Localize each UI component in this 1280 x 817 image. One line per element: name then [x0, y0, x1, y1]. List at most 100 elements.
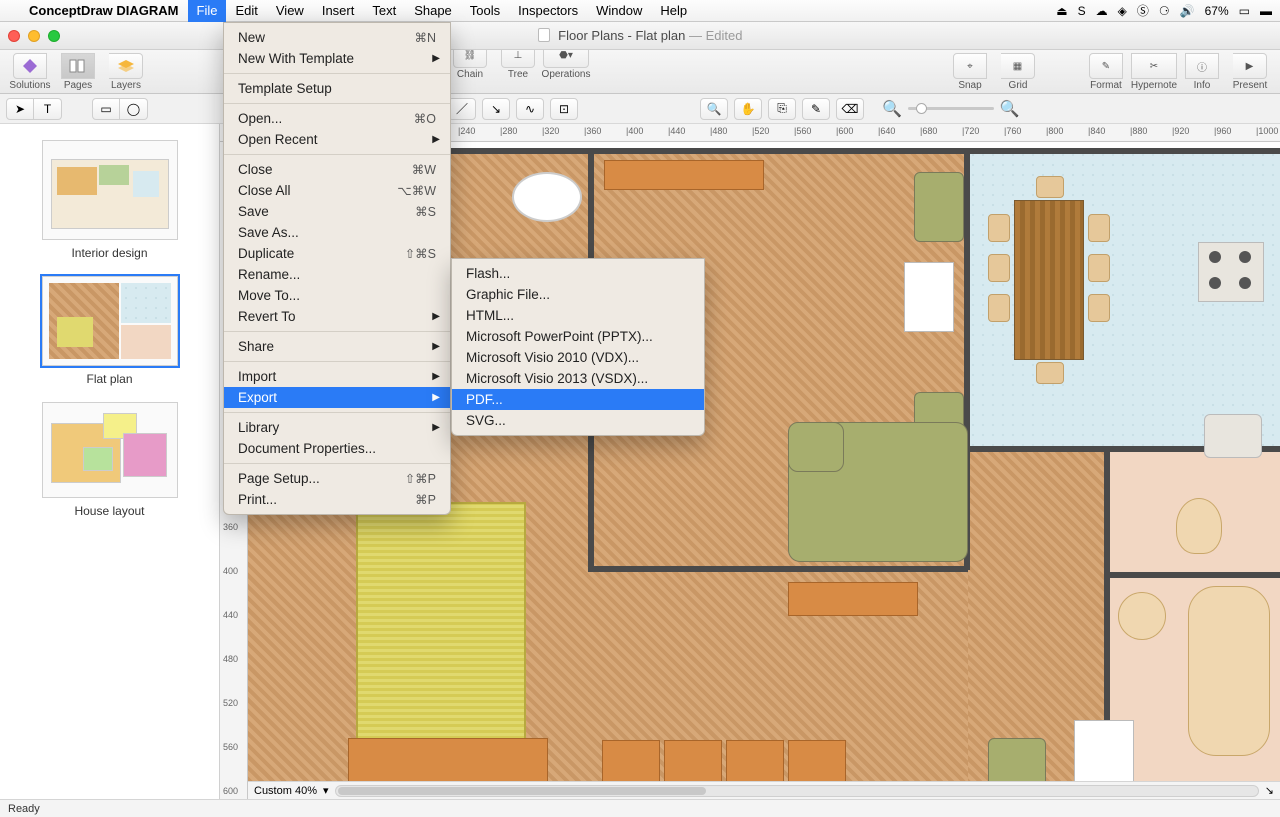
- dining-table[interactable]: [1014, 200, 1084, 360]
- menu-insert[interactable]: Insert: [313, 0, 364, 22]
- export-menu-item[interactable]: Flash...: [452, 263, 704, 284]
- menu-shape[interactable]: Shape: [405, 0, 461, 22]
- dining-chair[interactable]: [988, 214, 1010, 242]
- menu-inspectors[interactable]: Inspectors: [509, 0, 587, 22]
- page-thumb-1[interactable]: [42, 140, 178, 240]
- round-table[interactable]: [512, 172, 582, 222]
- dropbox-icon[interactable]: ◈: [1118, 4, 1127, 18]
- bathtub[interactable]: [1188, 586, 1270, 756]
- zoom-window[interactable]: [48, 30, 60, 42]
- tv-stand[interactable]: [604, 160, 764, 190]
- file-menu-item[interactable]: Duplicate⇧⌘S: [224, 243, 450, 264]
- line-tool[interactable]: ／: [448, 98, 476, 120]
- pointer-tool[interactable]: ➤: [6, 98, 34, 120]
- zoom-tool[interactable]: 🔍: [700, 98, 728, 120]
- file-menu-item[interactable]: Share▶: [224, 336, 450, 357]
- file-menu-item[interactable]: Template Setup: [224, 78, 450, 99]
- menu-tools[interactable]: Tools: [461, 0, 509, 22]
- menu-window[interactable]: Window: [587, 0, 651, 22]
- kitchen-sink[interactable]: [1204, 414, 1262, 458]
- hypernote-button[interactable]: ✂Hypernote: [1130, 53, 1178, 91]
- grid-button[interactable]: ▦Grid: [994, 53, 1042, 91]
- zoom-out-icon[interactable]: 🔍: [882, 99, 902, 119]
- menu-edit[interactable]: Edit: [226, 0, 266, 22]
- pan-tool[interactable]: ✋: [734, 98, 762, 120]
- wifi-icon[interactable]: ⚆: [1159, 4, 1170, 18]
- app-name[interactable]: ConceptDraw DIAGRAM: [20, 3, 188, 18]
- file-menu-item[interactable]: Rename...: [224, 264, 450, 285]
- dining-chair[interactable]: [1088, 214, 1110, 242]
- file-menu-item[interactable]: Open Recent▶: [224, 129, 450, 150]
- export-menu-item[interactable]: SVG...: [452, 410, 704, 431]
- fridge[interactable]: [904, 262, 954, 332]
- volume-icon[interactable]: 🔊: [1180, 4, 1195, 18]
- menu-file[interactable]: File: [188, 0, 227, 22]
- menu-view[interactable]: View: [267, 0, 313, 22]
- text-tool[interactable]: T: [34, 98, 62, 120]
- dining-chair[interactable]: [1088, 294, 1110, 322]
- clone-tool[interactable]: ⎘: [768, 98, 796, 120]
- present-button[interactable]: ▶Present: [1226, 53, 1274, 91]
- zoom-label[interactable]: Custom 40%: [254, 785, 317, 797]
- zoom-slider[interactable]: 🔍 🔍: [882, 99, 1020, 119]
- export-menu-item[interactable]: Microsoft Visio 2010 (VDX)...: [452, 347, 704, 368]
- crop-tool[interactable]: ⊡: [550, 98, 578, 120]
- toilet[interactable]: [1176, 498, 1222, 554]
- skype-icon[interactable]: Ⓢ: [1137, 2, 1149, 19]
- armchair[interactable]: [914, 172, 964, 242]
- scroll-right-icon[interactable]: ↘: [1265, 784, 1274, 797]
- h-scrollbar[interactable]: [335, 785, 1259, 797]
- coffee-table[interactable]: [788, 582, 918, 616]
- basin[interactable]: [1118, 592, 1166, 640]
- dining-chair[interactable]: [988, 254, 1010, 282]
- export-menu-item[interactable]: PDF...: [452, 389, 704, 410]
- status-icon[interactable]: S: [1078, 4, 1086, 18]
- file-menu-item[interactable]: New With Template▶: [224, 48, 450, 69]
- info-button[interactable]: ⓘInfo: [1178, 53, 1226, 91]
- file-menu-item[interactable]: New⌘N: [224, 27, 450, 48]
- file-menu-item[interactable]: Import▶: [224, 366, 450, 387]
- export-menu-item[interactable]: Graphic File...: [452, 284, 704, 305]
- file-menu-item[interactable]: Save⌘S: [224, 201, 450, 222]
- solutions-button[interactable]: Solutions: [6, 53, 54, 91]
- rect-tool[interactable]: ▭: [92, 98, 120, 120]
- curve-tool[interactable]: ∿: [516, 98, 544, 120]
- status-icon[interactable]: ⏏: [1056, 4, 1067, 18]
- menu-help[interactable]: Help: [651, 0, 696, 22]
- export-menu-item[interactable]: Microsoft PowerPoint (PPTX)...: [452, 326, 704, 347]
- dining-chair[interactable]: [1088, 254, 1110, 282]
- file-menu-item[interactable]: Save As...: [224, 222, 450, 243]
- cloud-icon[interactable]: ☁: [1096, 4, 1108, 18]
- file-menu-item[interactable]: Document Properties...: [224, 438, 450, 459]
- flag-icon[interactable]: ▬: [1260, 4, 1272, 18]
- snap-button[interactable]: ⌖Snap: [946, 53, 994, 91]
- page-thumb-2[interactable]: [42, 276, 178, 366]
- page-thumb-3[interactable]: [42, 402, 178, 498]
- file-menu-item[interactable]: Move To...: [224, 285, 450, 306]
- zoom-dropdown-icon[interactable]: ▾: [323, 784, 329, 797]
- file-menu-item[interactable]: Close All⌥⌘W: [224, 180, 450, 201]
- export-menu-item[interactable]: HTML...: [452, 305, 704, 326]
- dining-chair[interactable]: [1036, 176, 1064, 198]
- stove[interactable]: [1198, 242, 1264, 302]
- dining-chair[interactable]: [988, 294, 1010, 322]
- file-menu-item[interactable]: Library▶: [224, 417, 450, 438]
- close-window[interactable]: [8, 30, 20, 42]
- menu-text[interactable]: Text: [363, 0, 405, 22]
- eyedropper-tool[interactable]: ✎: [802, 98, 830, 120]
- pages-button[interactable]: Pages: [54, 53, 102, 91]
- file-menu-item[interactable]: Print...⌘P: [224, 489, 450, 510]
- file-menu-item[interactable]: Close⌘W: [224, 159, 450, 180]
- layers-button[interactable]: Layers: [102, 53, 150, 91]
- eraser-tool[interactable]: ⌫: [836, 98, 864, 120]
- connector-tool[interactable]: ↘: [482, 98, 510, 120]
- file-menu-item[interactable]: Revert To▶: [224, 306, 450, 327]
- ellipse-tool[interactable]: ◯: [120, 98, 148, 120]
- file-menu-item[interactable]: Open...⌘O: [224, 108, 450, 129]
- dining-chair[interactable]: [1036, 362, 1064, 384]
- file-menu-item[interactable]: Page Setup...⇧⌘P: [224, 468, 450, 489]
- file-menu-item[interactable]: Export▶: [224, 387, 450, 408]
- export-menu-item[interactable]: Microsoft Visio 2013 (VSDX)...: [452, 368, 704, 389]
- battery-icon[interactable]: ▭: [1239, 4, 1250, 18]
- minimize-window[interactable]: [28, 30, 40, 42]
